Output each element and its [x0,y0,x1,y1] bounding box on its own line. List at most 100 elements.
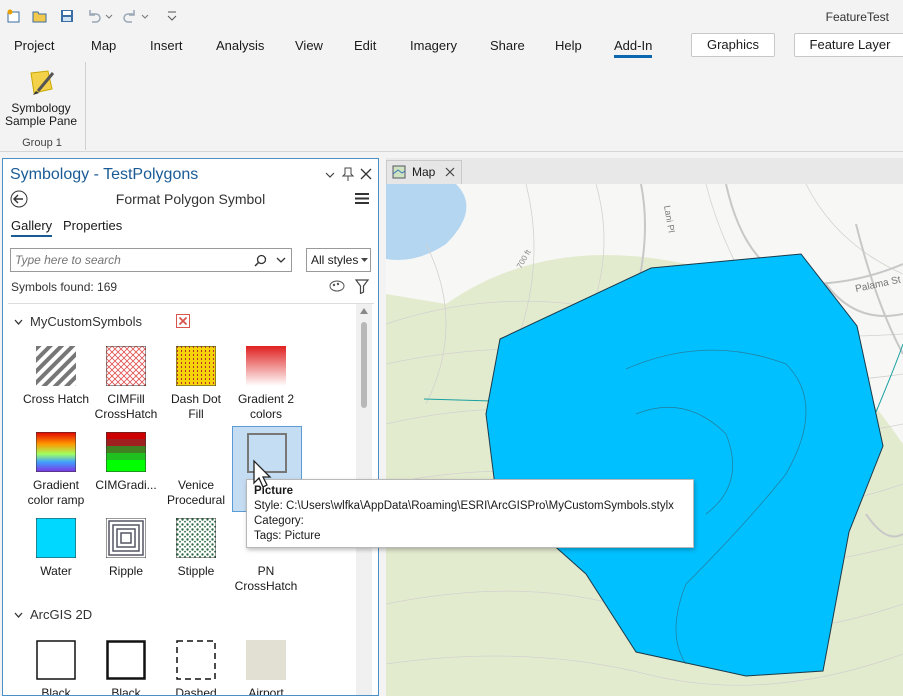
scrollbar-thumb[interactable] [361,322,367,408]
symbol-label: Gradient 2 colors [237,392,295,421]
tab-edit[interactable]: Edit [354,38,376,53]
tab-feature-layer[interactable]: Feature Layer [794,33,903,57]
symbol-cimfill-crosshatch[interactable]: CIMFill CrossHatch [86,340,166,421]
symbol-cross-hatch[interactable]: Cross Hatch [16,340,96,420]
close-pane-icon[interactable] [360,168,372,180]
symbol-label: Dash Dot Fill [170,392,222,421]
open-project-icon[interactable] [32,8,48,24]
undo-icon[interactable] [86,8,102,24]
tab-map[interactable]: Map [91,38,116,53]
tab-share[interactable]: Share [490,38,525,53]
symbols-found-count: Symbols found: 169 [11,280,118,294]
symbol-display-options-icon[interactable] [329,279,345,293]
gallery-group-arcgis-2d[interactable]: ArcGIS 2D [30,607,92,622]
pane-title: Symbology - TestPolygons [10,166,199,183]
quick-access-toolbar: FeatureTest [0,0,903,32]
tab-project[interactable]: Project [14,38,54,53]
dash-dot-fill-swatch [176,346,216,386]
filter-icon[interactable] [355,279,369,294]
style-filter-dropdown[interactable]: All styles [306,248,371,272]
gradient-color-ramp-swatch [36,432,76,472]
water-swatch [36,518,76,558]
map-tab-label: Map [412,165,436,179]
tooltip-tags: Tags: Picture [254,530,321,542]
pin-icon[interactable] [342,167,354,181]
symbol-label: CIMGradi... [95,478,157,492]
tab-analysis[interactable]: Analysis [216,38,264,53]
symbol-label: PN CrossHatch [234,564,298,593]
symbol-label: Cross Hatch [22,392,90,406]
symbol-label: Gradient color ramp [27,478,85,507]
symbol-label: Airport [248,686,284,695]
search-icon[interactable] [254,254,267,267]
mouse-pointer-icon [253,459,272,488]
map-icon [392,165,406,179]
symbol-label: Black [41,686,71,695]
undo-dropdown-icon[interactable] [104,8,114,24]
symbol-black-2[interactable]: Black [86,634,166,695]
tab-insert[interactable]: Insert [150,38,183,53]
symbol-black-1[interactable]: Black [16,634,96,695]
dashed-outline-swatch [176,640,216,680]
tab-gallery[interactable]: Gallery [11,218,53,237]
group-divider [85,62,86,150]
gradient-2-colors-swatch [246,346,286,386]
group2-collapse-icon[interactable] [14,611,23,619]
test-polygon[interactable] [386,184,903,696]
symbol-dash-dot-fill[interactable]: Dash Dot Fill [156,340,236,421]
ribbon-panel: Symbology Sample Pane Group 1 [0,60,903,152]
tab-graphics[interactable]: Graphics [691,33,775,57]
symbol-tooltip: Picture Style: C:\Users\wlfka\AppData\Ro… [246,479,694,548]
symbol-label: Ripple [108,564,144,578]
save-project-icon[interactable] [59,8,75,24]
map-view-tab[interactable]: Map [386,160,462,184]
symbol-venice-procedural[interactable]: Venice Procedural [156,426,236,507]
symbol-label: Stipple [177,564,215,578]
symbol-label: CIMFill CrossHatch [94,392,158,421]
symbol-gradient-2-colors[interactable]: Gradient 2 colors [226,340,306,421]
symbol-stipple[interactable]: Stipple [156,512,236,592]
remove-style-icon[interactable] [176,314,190,328]
tab-view[interactable]: View [295,38,323,53]
symbol-airport[interactable]: Airport [226,634,306,695]
tab-properties[interactable]: Properties [63,218,122,233]
search-dropdown-icon[interactable] [276,256,286,264]
close-map-tab-icon[interactable] [445,167,455,177]
new-project-icon[interactable] [6,8,22,24]
hamburger-menu-icon[interactable] [355,192,369,205]
gallery-group-mycustomsymbols[interactable]: MyCustomSymbols [30,314,142,329]
symbol-label: Dashed [175,686,217,695]
symbol-label: Water [40,564,72,578]
tooltip-category: Category: [254,515,304,527]
symbology-sample-pane-button[interactable]: Symbology Sample Pane [4,64,78,130]
symbol-dashed[interactable]: Dashed [156,634,236,695]
search-input[interactable] [15,251,245,269]
symbology-brush-icon [30,70,55,95]
style-dropdown-chevron-icon [361,258,368,262]
symbol-ripple[interactable]: Ripple [86,512,166,592]
tab-add-in[interactable]: Add-In [614,38,653,58]
redo-dropdown-icon[interactable] [140,8,150,24]
symbol-gradient-color-ramp[interactable]: Gradient color ramp [16,426,96,507]
redo-icon[interactable] [122,8,138,24]
airport-swatch [246,640,286,680]
button-label-line2: Sample Pane [4,114,78,128]
symbology-pane: Symbology - TestPolygons Format Polygon … [2,158,379,696]
group-collapse-icon[interactable] [14,318,23,326]
symbol-label: Venice Procedural [166,478,226,507]
scroll-up-icon[interactable] [360,308,368,314]
cimfill-crosshatch-swatch [106,346,146,386]
customize-qat-icon[interactable] [166,8,178,24]
pane-options-chevron-icon[interactable] [325,170,335,180]
black-outline-swatch [36,640,76,680]
black-thick-outline-swatch [106,640,146,680]
tab-help[interactable]: Help [555,38,582,53]
symbol-cimgradient[interactable]: CIMGradi... [86,426,166,506]
stipple-swatch [176,518,216,558]
style-filter-value: All styles [311,253,359,267]
symbol-water[interactable]: Water [16,512,96,592]
app-title: FeatureTest [825,10,889,24]
tab-imagery[interactable]: Imagery [410,38,457,53]
symbol-search-box [10,248,292,272]
map-canvas[interactable]: 700 ft Palama St Lani Pl [386,184,903,696]
